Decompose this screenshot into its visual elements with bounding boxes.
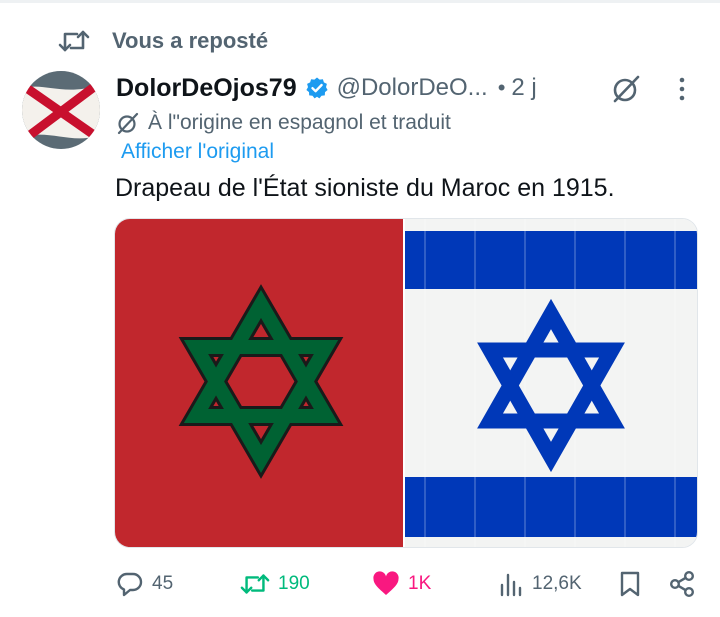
more-vertical-icon	[679, 77, 685, 101]
translate-icon	[117, 112, 139, 135]
translation-note: À l"origine en espagnol et traduit	[116, 108, 451, 138]
avatar[interactable]	[22, 71, 100, 149]
repost-context-label: Vous a reposté	[112, 28, 269, 53]
bookmark-button[interactable]	[619, 566, 641, 602]
reply-count: 45	[152, 573, 174, 594]
repost-count: 190	[278, 573, 310, 594]
more-options-button[interactable]	[668, 72, 696, 106]
tweet-text: Drapeau de l'État sioniste du Maroc en 1…	[115, 174, 615, 202]
translation-note-label: À l"origine en espagnol et traduit	[148, 111, 451, 134]
separator-dot: •	[497, 75, 506, 100]
top-divider	[0, 0, 720, 3]
author-handle[interactable]: @DolorDeO...	[337, 74, 488, 102]
repost-button[interactable]: 190	[240, 566, 310, 602]
heart-filled-icon	[373, 571, 399, 595]
verified-badge-icon[interactable]	[305, 76, 329, 100]
bookmark-icon	[620, 571, 640, 597]
share-button[interactable]	[668, 566, 696, 602]
grok-icon	[613, 75, 640, 103]
tweet-media[interactable]	[114, 218, 698, 548]
repost-icon	[58, 27, 90, 55]
author-display-name[interactable]: DolorDeOjos79	[116, 74, 297, 103]
tweet-header: DolorDeOjos79 @DolorDeO... • 2 j	[116, 70, 537, 106]
reply-button[interactable]: 45	[116, 566, 173, 602]
views-count: 12,6K	[532, 573, 582, 594]
reply-icon	[117, 572, 143, 597]
morocco-flag-image[interactable]	[115, 219, 403, 547]
grok-button[interactable]	[609, 72, 643, 106]
repost-icon	[240, 574, 270, 594]
timestamp[interactable]: 2 j	[511, 74, 536, 102]
show-original-link[interactable]: Afficher l'original	[121, 138, 274, 166]
israel-flag-image[interactable]	[405, 219, 697, 547]
like-count: 1K	[408, 573, 432, 594]
like-button[interactable]: 1K	[372, 566, 431, 602]
repost-context: Vous a reposté	[58, 26, 268, 56]
action-bar: 45 190 1K 12,6K	[114, 566, 700, 602]
views-button[interactable]: 12,6K	[498, 566, 582, 602]
views-icon	[500, 573, 522, 597]
share-icon	[670, 571, 695, 598]
